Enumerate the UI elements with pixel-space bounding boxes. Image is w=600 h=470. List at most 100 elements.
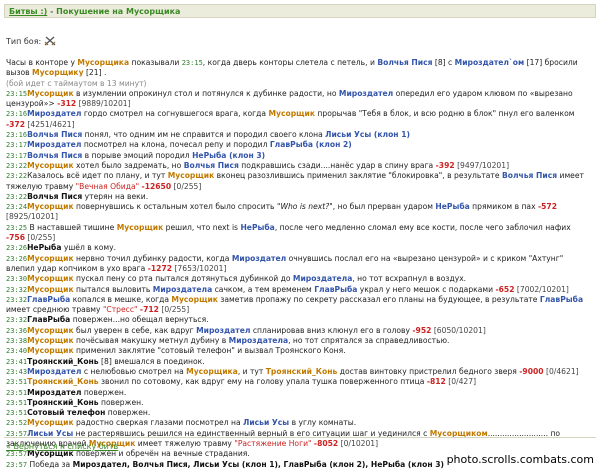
log-timestamp: 23:26 bbox=[6, 254, 28, 263]
log-text: (бой идет с таймаутом в 13 минут) bbox=[6, 78, 147, 88]
log-text: спланировав вниз клюнул его в голову bbox=[250, 325, 413, 335]
log-timestamp: 23:15 bbox=[6, 89, 28, 98]
log-text: [17] бросили bbox=[524, 58, 578, 67]
log-text: показывали bbox=[129, 58, 182, 67]
log-player-name: ГлавРыба bbox=[27, 315, 71, 325]
log-text: в углу комнаты. bbox=[289, 418, 357, 428]
log-timestamp: 23:32 bbox=[6, 295, 28, 304]
battle-type-label: Тип боя: bbox=[6, 36, 42, 46]
log-text: пытался выловить bbox=[73, 284, 153, 294]
log-player-name: НеРыба bbox=[435, 202, 470, 212]
log-text: применил заклятие "сотовый телефон" и вы… bbox=[73, 346, 346, 356]
log-text: , и тут bbox=[237, 366, 266, 376]
log-timestamp: 23:22 bbox=[6, 172, 28, 181]
log-text: [8925/10201] bbox=[6, 212, 58, 222]
log-text: прорычав "Тебя в блок, и всю родню в бло… bbox=[315, 109, 575, 119]
log-text: Победа за bbox=[27, 459, 73, 469]
log-timestamp: 23:25 bbox=[6, 223, 28, 232]
log-line: 23:43Мироздател с нелюбовью смотрел на М… bbox=[6, 367, 594, 377]
log-player-name: Волчья Пися bbox=[27, 130, 83, 140]
log-player-name: Мироздатела bbox=[292, 274, 353, 284]
log-text: [7653/10201] bbox=[172, 263, 227, 273]
log-text: понял, что одним им не справится и пород… bbox=[82, 130, 326, 140]
log-timestamp: 23:36 bbox=[6, 326, 28, 335]
log-line: имеет среднюю травму "Стресс" -712 [0/25… bbox=[6, 305, 594, 315]
log-text: влепил удар копчиком в ухо врага bbox=[6, 263, 148, 273]
log-text: [6050/10201] bbox=[431, 325, 486, 335]
log-text: звонил по сотовому, как вдруг ему на гол… bbox=[98, 377, 427, 387]
log-text: ушёл в кому. bbox=[61, 243, 117, 253]
back-to-battles-link[interactable]: « Вернуться к списку битв bbox=[6, 442, 118, 451]
log-damage: -372 bbox=[6, 119, 26, 129]
log-text: имеет среднюю травму bbox=[6, 305, 103, 315]
log-line: 23:51Троянский_Конь повержен. bbox=[6, 398, 594, 408]
log-line: -372 [4251/4621] bbox=[6, 120, 594, 130]
log-player-name: ГлавРыба bbox=[539, 294, 584, 304]
log-line: 23:36Мусорщик был уверен в себе, как вдр… bbox=[6, 326, 594, 336]
log-timestamp: 23:38 bbox=[6, 337, 28, 346]
log-timestamp: 23:51 bbox=[6, 398, 28, 407]
log-line: 23:52Мусорщик радостно сверкая глазами п… bbox=[6, 418, 594, 428]
log-text: [9497/10201] bbox=[454, 160, 510, 170]
log-text: украл у него мешок с подарками bbox=[357, 284, 496, 294]
log-damage: -952 bbox=[412, 325, 432, 335]
footer-divider bbox=[4, 437, 596, 438]
log-text: прямиком в пах bbox=[469, 202, 538, 212]
log-damage: -9000 bbox=[519, 366, 544, 376]
log-player-name: Мусорщик bbox=[27, 325, 74, 335]
log-text: повержен...но обещал вернуться. bbox=[70, 315, 209, 325]
log-text: повержен. bbox=[105, 408, 151, 418]
log-timestamp: 23:40 bbox=[6, 347, 28, 356]
log-line: 23:16Мироздател гордо смотрел на согнувш… bbox=[6, 109, 594, 119]
log-player-name: Троянский_Конь bbox=[27, 356, 99, 366]
log-player-name: Мусорщика bbox=[186, 366, 238, 376]
log-text: , после чего медленно сломал ему все кос… bbox=[274, 222, 571, 232]
log-damage: -1272 bbox=[147, 263, 173, 273]
log-player-name: Мироздатела bbox=[152, 284, 213, 294]
log-text: Who is next? bbox=[280, 202, 330, 212]
log-line: вызов Мусорщику [21] . bbox=[6, 68, 594, 78]
log-timestamp: 23:52 bbox=[6, 419, 28, 428]
log-damage: -712 bbox=[139, 305, 159, 315]
log-player-name: Мироздател bbox=[27, 109, 82, 119]
log-text: копался в мешке, когда bbox=[70, 294, 172, 304]
log-player-name: ГлавРыба bbox=[314, 284, 358, 294]
log-text: гордо смотрел на согнувшегося врага, ког… bbox=[81, 109, 269, 119]
log-text: заметив пропажу по секрету рассказал его… bbox=[217, 294, 540, 304]
watermark: photo.scrolls.combats.com bbox=[446, 453, 594, 466]
log-text: [7002/10201] bbox=[514, 284, 569, 294]
log-player-name: Волчья Пися bbox=[27, 150, 83, 160]
log-line: 23:22Казалось всё идет по плану, и тут М… bbox=[6, 171, 594, 181]
log-line: 23:25 В наставшей тишине Мусорщик решил,… bbox=[6, 223, 594, 233]
log-line: 23:51Троянский_Конь звонил по сотовому, … bbox=[6, 377, 594, 387]
log-text: достав винтовку пристрелил бедного зверя bbox=[337, 366, 520, 376]
log-text: [8] вмешался в поединок. bbox=[98, 356, 205, 366]
breadcrumb-battles-link[interactable]: Битвы :) bbox=[9, 7, 47, 16]
log-text: пускал пену со рта пытался дотянуться ду… bbox=[73, 274, 293, 284]
log-player-name: Мусорщик bbox=[27, 418, 74, 428]
log-player-name: Мироздател bbox=[196, 325, 251, 335]
log-timestamp: 23:57 bbox=[6, 450, 28, 459]
log-player-name: НеРыба bbox=[27, 243, 62, 253]
log-line: 23:17Волчья Пися в порыве эмоций породил… bbox=[6, 151, 594, 161]
battle-type-row: Тип боя: bbox=[6, 36, 56, 46]
log-line: -756 [0/255] bbox=[6, 233, 594, 243]
log-line: 23:32Мусорщик пытался выловить Мироздате… bbox=[6, 285, 594, 295]
log-player-name: Мироздател bbox=[231, 253, 287, 263]
breadcrumb-separator: - bbox=[47, 7, 57, 16]
log-timestamp: 23:30 bbox=[6, 275, 28, 284]
log-player-name: Троянский_Конь bbox=[27, 397, 99, 407]
log-player-name: Мусорщик bbox=[116, 222, 164, 232]
log-text: с нелюбовью смотрел на bbox=[81, 366, 187, 376]
log-damage: -12650 bbox=[141, 181, 172, 191]
log-timestamp: 23:24 bbox=[6, 203, 28, 212]
log-line: 23:17Мироздател посмотрел на клона, поче… bbox=[6, 140, 594, 150]
log-text: [21] . bbox=[83, 68, 107, 78]
log-player-name: Мусорщик bbox=[167, 171, 215, 181]
log-text: [0/427] bbox=[445, 377, 477, 387]
log-line: 23:24Мусорщик повернувшись к остальным х… bbox=[6, 202, 594, 212]
log-player-name: ГлавРыба (клон 2) bbox=[269, 140, 352, 150]
log-player-name: Мироздатела bbox=[228, 336, 289, 346]
log-text: в изумлении опрокинул стол и потянулся к… bbox=[73, 88, 339, 98]
log-player-name: Волчья Пися bbox=[27, 191, 83, 201]
